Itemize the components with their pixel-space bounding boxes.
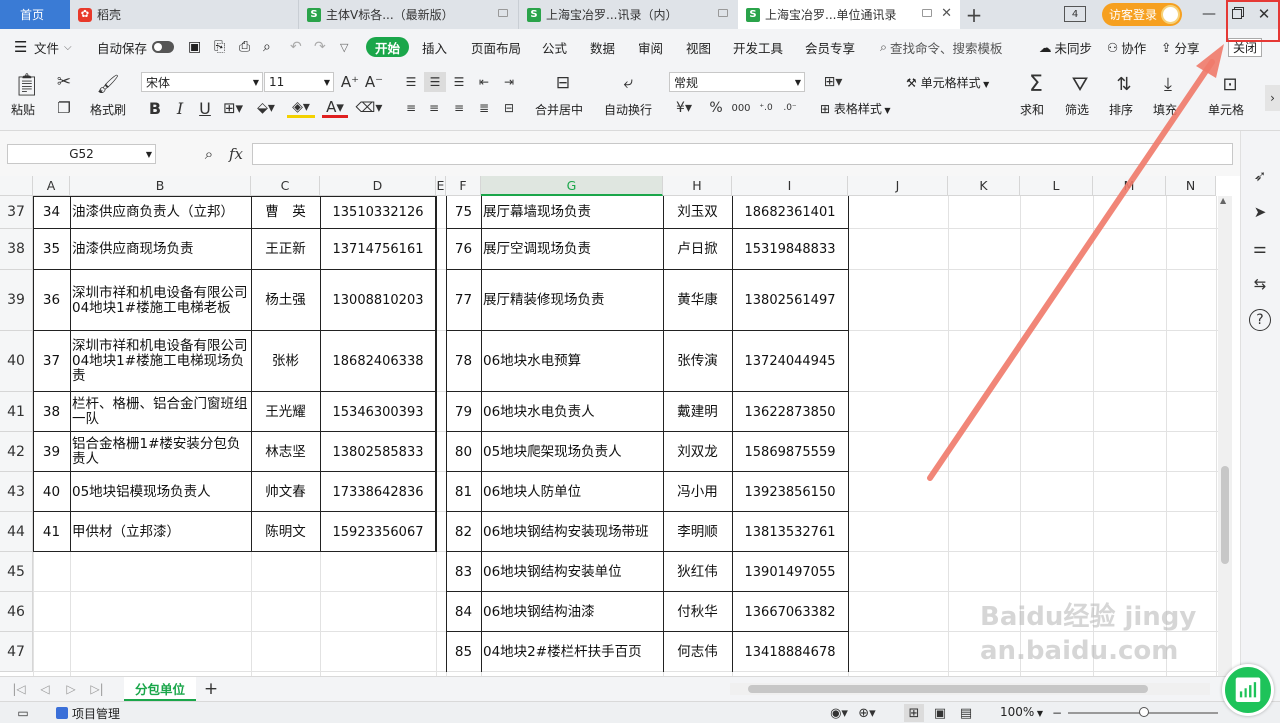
annotation-arrow <box>927 44 1224 481</box>
arrow-shaft <box>927 59 1215 481</box>
arrow-head <box>1196 44 1224 78</box>
